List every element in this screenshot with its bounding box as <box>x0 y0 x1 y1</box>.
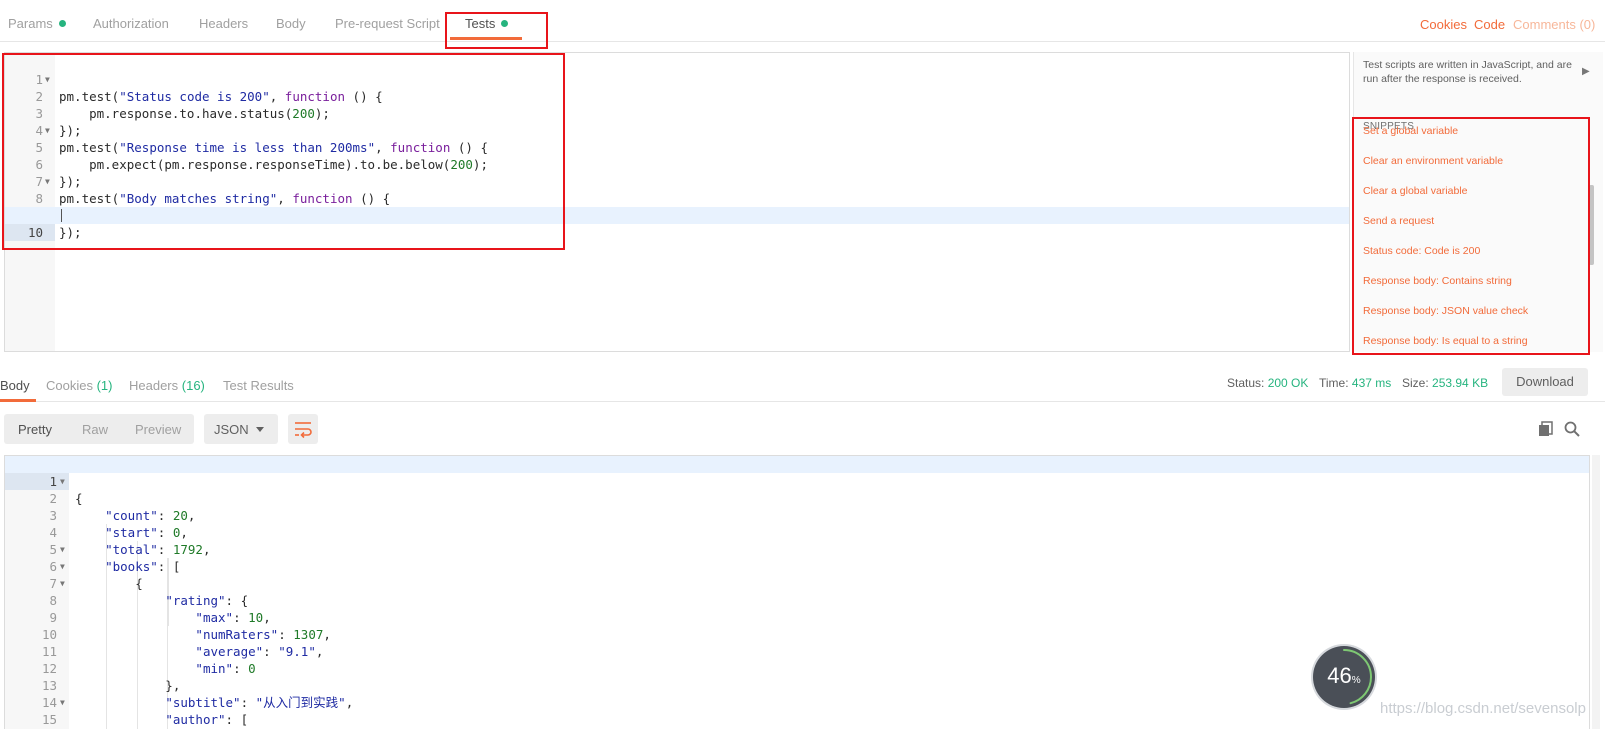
snippet-clear-env-variable[interactable]: Clear an environment variable <box>1363 155 1503 167</box>
tests-modified-dot <box>501 20 509 27</box>
tab-test-results-label: Test Results <box>223 378 294 393</box>
active-tab-indicator <box>450 37 522 40</box>
code-line: 2 pm.response.to.have.status(200); <box>5 71 1349 121</box>
tab-authorization-label: Authorization <box>93 16 169 31</box>
status-value: 200 OK <box>1267 376 1309 390</box>
line-number: 10 <box>5 224 55 241</box>
response-status: Status: 200 OK <box>1227 376 1308 390</box>
cookies-link[interactable]: Cookies <box>1420 17 1467 32</box>
tab-tests[interactable]: Tests <box>465 16 509 31</box>
json-line: 6 ▼ { <box>5 541 1589 591</box>
tab-pre-request-label: Pre-request Script <box>335 16 440 31</box>
view-mode-segmented: Pretty Raw Preview <box>4 414 194 444</box>
json-line: 5 ▼ "books": [ <box>5 524 1589 574</box>
format-select[interactable]: JSON <box>204 414 278 444</box>
code-line: 6 }); <box>5 139 1349 189</box>
code-line: 5 pm.expect(pm.response.responseTime).to… <box>5 122 1349 172</box>
wrap-lines-icon <box>295 422 312 439</box>
tab-test-results[interactable]: Test Results <box>223 378 294 393</box>
json-line: 9 "numRaters": 1307, <box>5 592 1589 642</box>
chevron-right-icon[interactable]: ▶ <box>1582 66 1590 77</box>
response-active-tab-indicator <box>0 399 36 402</box>
headers-count: (16) <box>181 378 205 393</box>
json-line: 8 "max": 10, <box>5 575 1589 625</box>
response-body-scrollbar[interactable] <box>1592 455 1600 729</box>
code-line: 7 ▼ pm.test("Body matches string", functi… <box>5 156 1349 206</box>
text-cursor <box>61 209 62 222</box>
snippets-scrollbar[interactable] <box>1589 185 1594 265</box>
dropdown-caret-icon <box>256 427 264 432</box>
json-line: 1 ▼ { <box>5 456 1589 506</box>
response-time: Time: 437 ms <box>1319 376 1391 390</box>
tab-body-label: Body <box>276 16 306 31</box>
snippet-json-value-check[interactable]: Response body: JSON value check <box>1363 305 1528 317</box>
view-preview-button[interactable]: Preview <box>135 422 181 437</box>
response-size: Size: 253.94 KB <box>1402 376 1488 390</box>
test-script-editor[interactable]: 1 ▼ pm.test("Status code is 200", functio… <box>4 52 1350 352</box>
progress-value: 46% <box>1327 663 1361 688</box>
snippets-list[interactable]: Set a global variable Clear an environme… <box>1354 124 1594 346</box>
code-line: 9 }); <box>5 190 1349 240</box>
time-label: Time: <box>1319 376 1349 390</box>
view-pretty-button[interactable]: Pretty <box>18 422 52 437</box>
json-line: 11 "min": 0 <box>5 626 1589 676</box>
tab-response-headers[interactable]: Headers (16) <box>129 378 205 393</box>
tab-body[interactable]: Body <box>276 16 306 31</box>
snippet-send-request[interactable]: Send a request <box>1363 215 1434 227</box>
code-line: 3 }); <box>5 88 1349 138</box>
code-line: 1 ▼ pm.test("Status code is 200", functio… <box>5 54 1349 104</box>
snippets-side-panel: Test scripts are written in JavaScript, … <box>1353 52 1603 352</box>
snippet-body-contains-string[interactable]: Response body: Contains string <box>1363 275 1512 287</box>
json-line: 2 "count": 20, <box>5 473 1589 523</box>
tab-tests-label: Tests <box>465 16 496 31</box>
code-line: 4 ▼ pm.test("Response time is less than 2… <box>5 105 1349 155</box>
tab-params[interactable]: Params <box>8 16 66 31</box>
tab-response-cookies-label: Cookies <box>46 378 93 393</box>
format-select-value: JSON <box>214 422 249 437</box>
request-tabs: Params Authorization Headers Body Pre-re… <box>0 0 1605 42</box>
json-line: 10 "average": "9.1", <box>5 609 1589 659</box>
params-modified-dot <box>58 20 66 27</box>
tab-authorization[interactable]: Authorization <box>93 16 169 31</box>
tab-headers[interactable]: Headers <box>199 16 248 31</box>
size-label: Size: <box>1402 376 1429 390</box>
cookies-count: (1) <box>96 378 113 393</box>
wrap-lines-button[interactable] <box>288 414 318 444</box>
size-value: 253.94 KB <box>1432 376 1489 390</box>
snippet-set-global-variable[interactable]: Set a global variable <box>1363 125 1458 137</box>
tab-response-body[interactable]: Body <box>0 378 30 393</box>
speed-progress-widget[interactable]: 46% <box>1313 646 1375 708</box>
tab-headers-label: Headers <box>199 16 249 31</box>
code-text: }); <box>59 225 82 240</box>
json-line: 7 ▼ "rating": { <box>5 558 1589 608</box>
copy-icon <box>1539 421 1553 436</box>
search-icon <box>1564 421 1580 437</box>
code-line-active: 10 <box>5 207 1349 241</box>
snippet-status-code-200[interactable]: Status code: Code is 200 <box>1363 245 1480 257</box>
tab-params-label: Params <box>8 16 53 31</box>
tab-response-headers-label: Headers <box>129 378 179 393</box>
copy-button[interactable] <box>1537 420 1555 438</box>
status-label: Status: <box>1227 376 1265 390</box>
tab-response-cookies[interactable]: Cookies (1) <box>46 378 112 393</box>
comments-link[interactable]: Comments (0) <box>1513 17 1595 32</box>
tab-response-body-label: Body <box>0 378 30 393</box>
view-raw-button[interactable]: Raw <box>82 422 108 437</box>
download-button[interactable]: Download <box>1502 368 1588 396</box>
tests-description: Test scripts are written in JavaScript, … <box>1363 59 1572 85</box>
search-button[interactable] <box>1563 420 1581 438</box>
snippet-equal-to-string[interactable]: Response body: Is equal to a string <box>1363 335 1528 346</box>
time-value: 437 ms <box>1351 376 1392 390</box>
snippet-clear-global-variable[interactable]: Clear a global variable <box>1363 185 1467 197</box>
code-link[interactable]: Code <box>1474 17 1505 32</box>
watermark-text: https://blog.csdn.net/sevensolp <box>1380 700 1586 717</box>
tab-pre-request-script[interactable]: Pre-request Script <box>335 16 440 31</box>
code-line: 8 pm.expect(pm.response.text()).to.inclu… <box>5 173 1349 223</box>
json-line: 16 ], <box>5 711 1589 728</box>
json-line: 3 "start": 0, <box>5 490 1589 540</box>
json-line: 4 "total": 1792, <box>5 507 1589 557</box>
response-tabs-bar: Body Cookies (1) Headers (16) Test Resul… <box>0 362 1605 402</box>
